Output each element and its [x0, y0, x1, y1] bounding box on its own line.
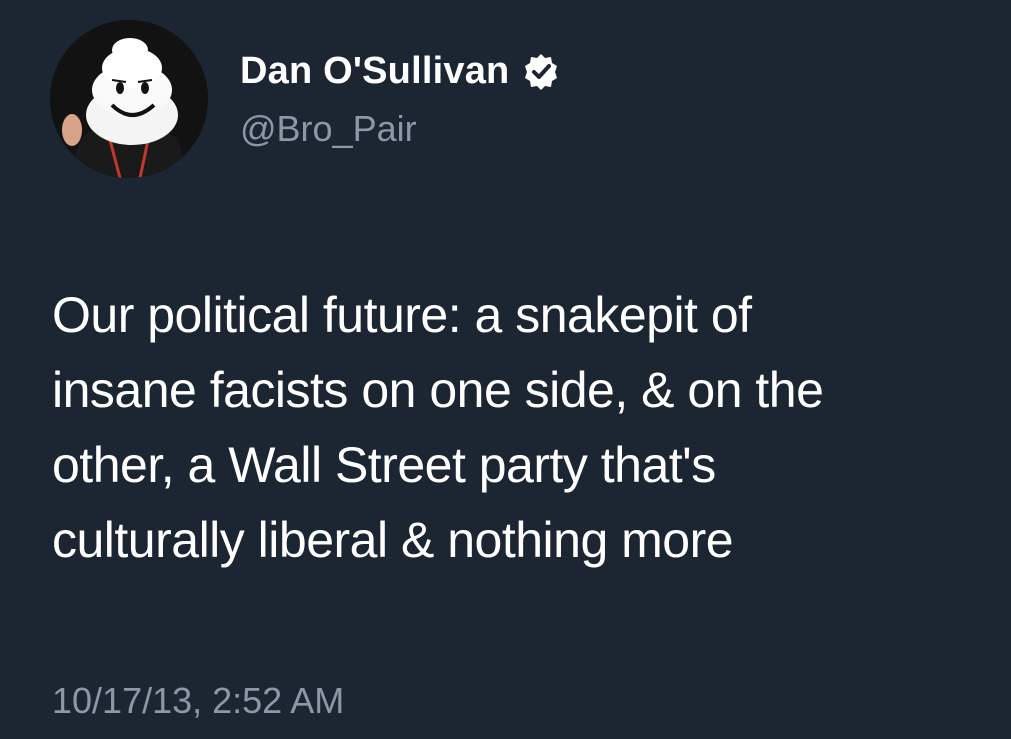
user-handle[interactable]: @Bro_Pair: [240, 108, 417, 150]
avatar-image: [50, 20, 208, 178]
tweet-timestamp[interactable]: 10/17/13, 2:52 AM: [52, 680, 344, 722]
avatar[interactable]: [50, 20, 208, 178]
tweet-text-line: Our political future: a snakepit of: [52, 287, 752, 343]
tweet-text-line: culturally liberal & nothing more: [52, 512, 734, 568]
tweet-body: Our political future: a snakepit of insa…: [52, 278, 1011, 578]
display-name[interactable]: Dan O'Sullivan: [240, 50, 509, 93]
tweet-text-line: insane facists on one side, & on the: [52, 362, 824, 418]
verified-badge-icon: [521, 52, 561, 92]
tweet-card: Dan O'Sullivan @Bro_Pair Our political f…: [0, 0, 1011, 739]
tweet-text-line: other, a Wall Street party that's: [52, 437, 716, 493]
name-row: Dan O'Sullivan: [240, 50, 561, 93]
